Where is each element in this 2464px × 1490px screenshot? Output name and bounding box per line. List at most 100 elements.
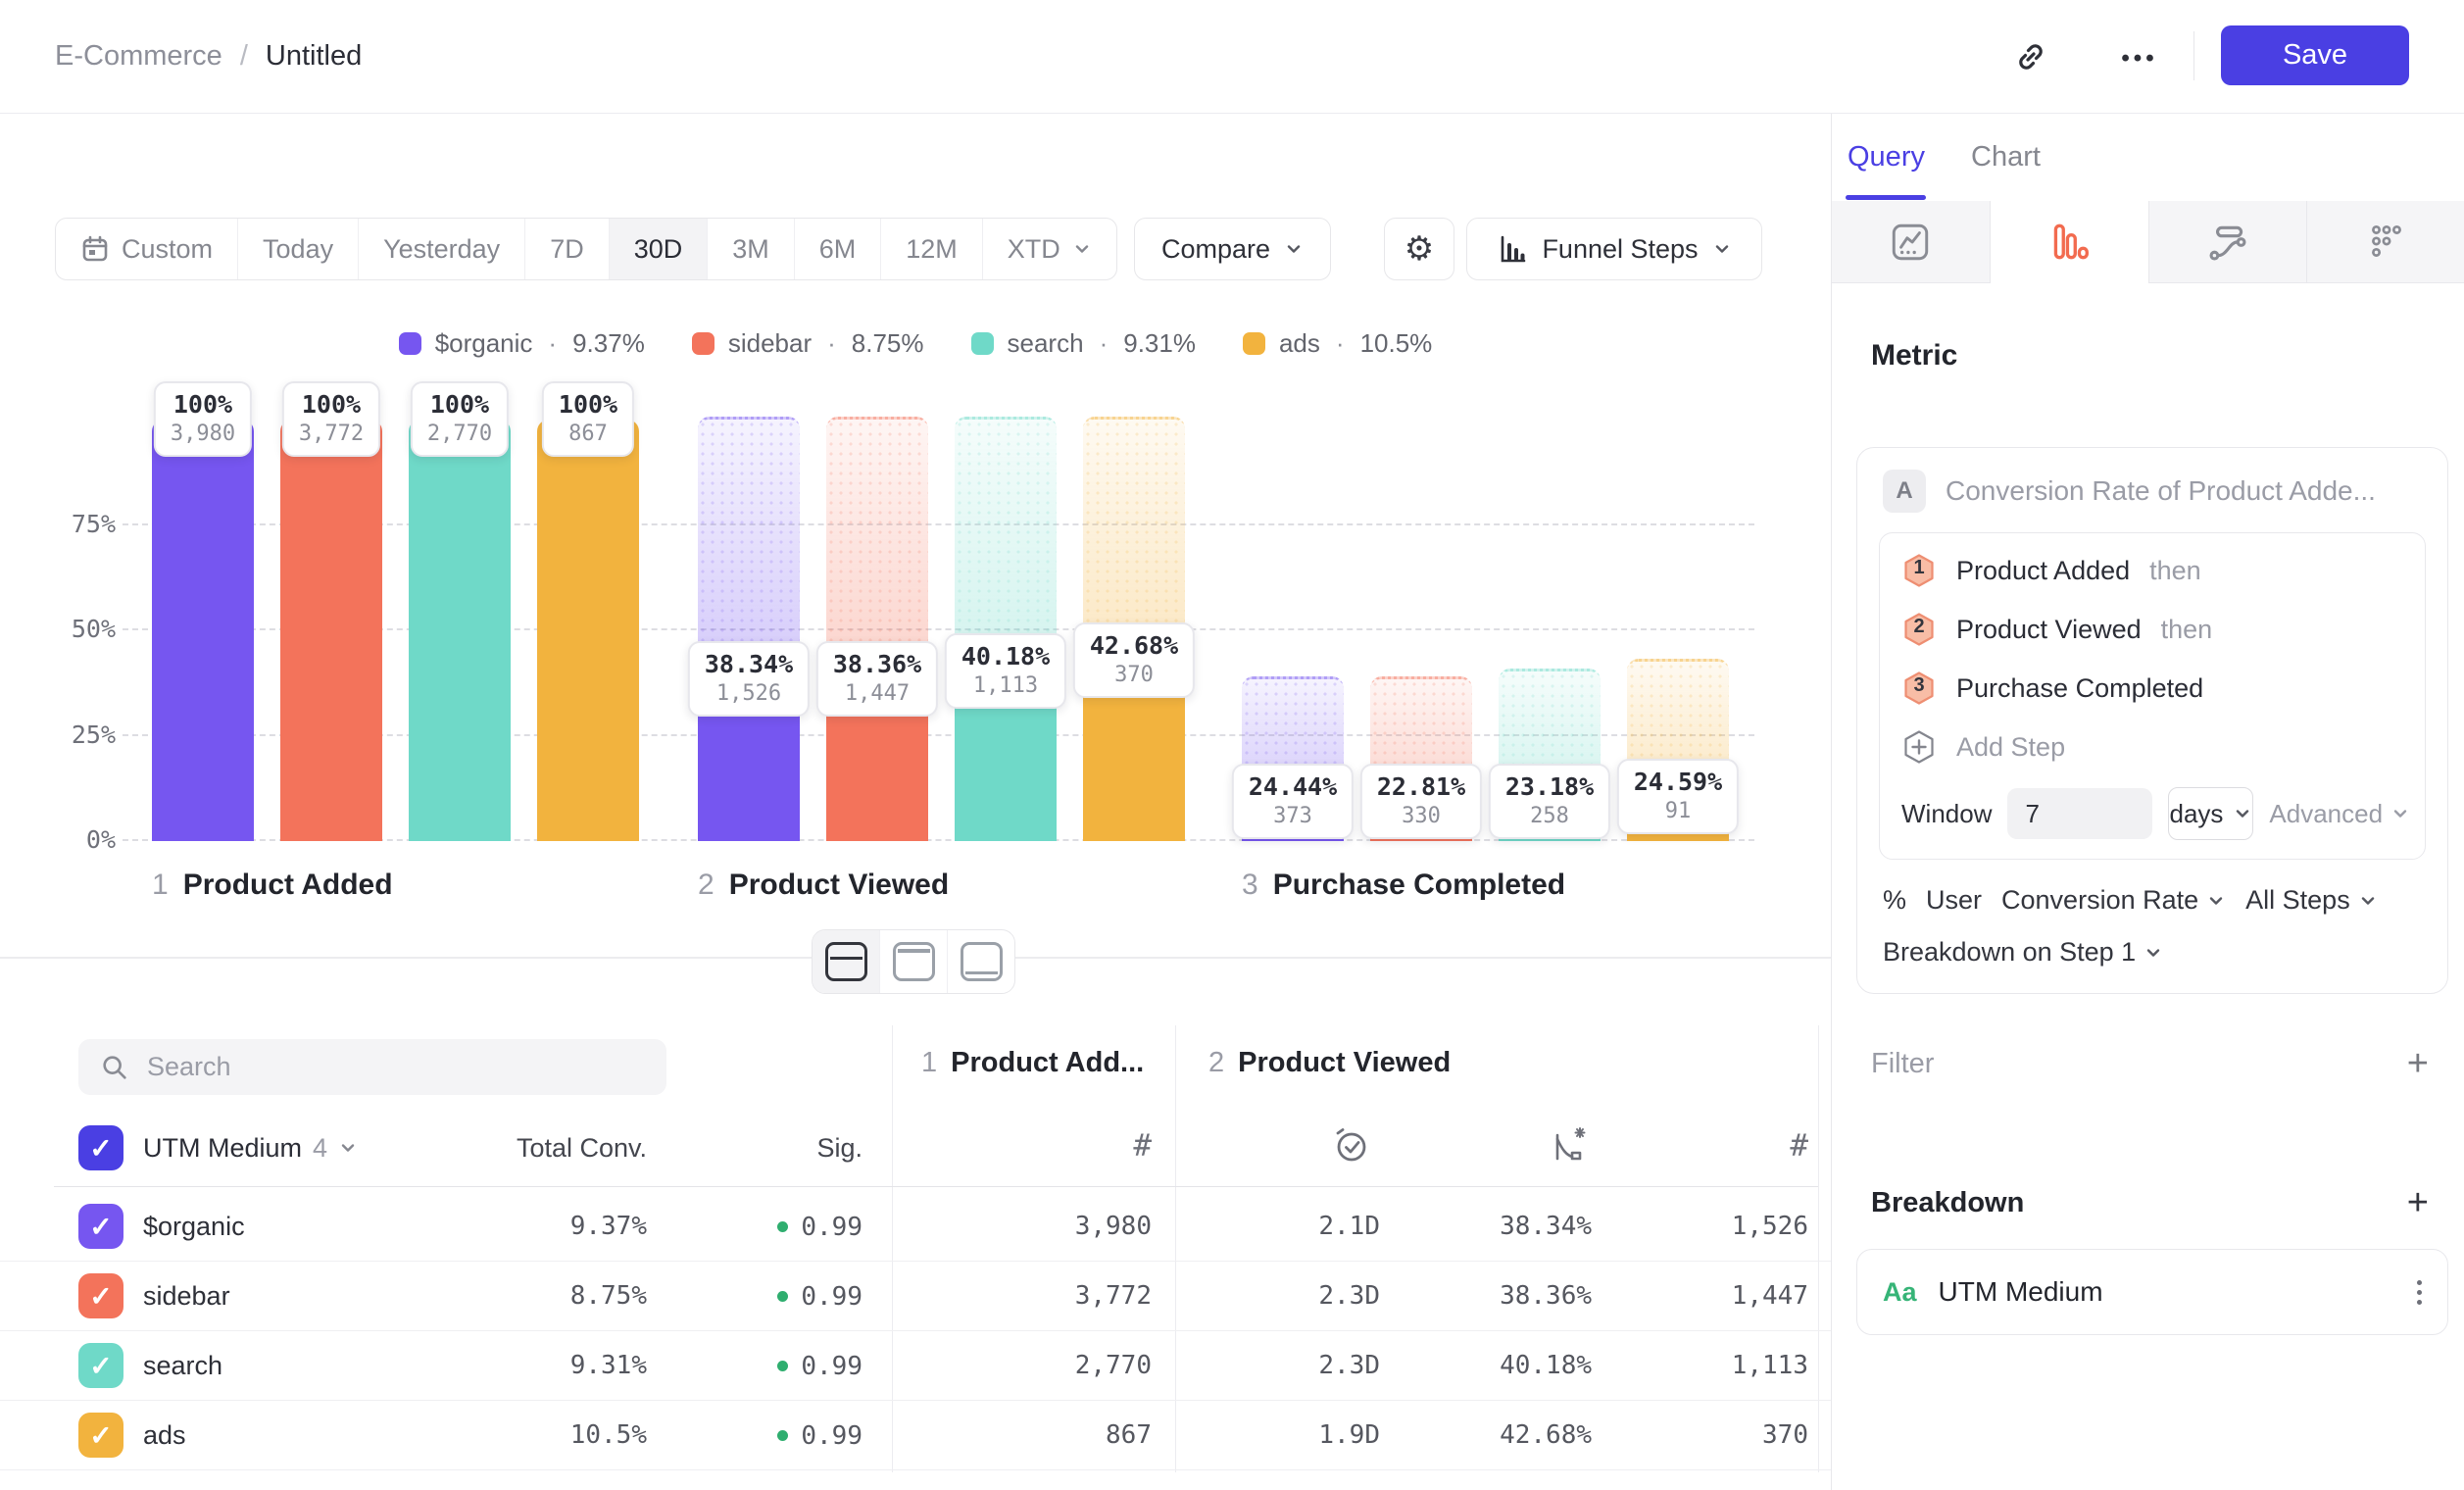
subject-selector[interactable]: User [1926,885,1982,916]
select-all-checkbox[interactable]: ✓ [78,1125,123,1170]
layout-table-only-button[interactable] [947,930,1014,993]
count-column-icon[interactable]: # [1073,1121,1152,1170]
funnel-step-2[interactable]: 2 Product Viewed then [1880,600,2425,659]
layout-split-button[interactable] [813,930,879,993]
x-axis-step-3: 3 Purchase Completed [1242,869,1565,902]
range-today[interactable]: Today [237,219,358,279]
breadcrumb-parent[interactable]: E-Commerce [55,40,222,73]
bar-column-search: 23.18%258 [1499,420,1601,841]
advanced-label: Advanced [2269,799,2383,829]
compare-button[interactable]: Compare [1134,218,1331,280]
legend-item-organic[interactable]: $organic · 9.37% [399,328,645,359]
save-button[interactable]: Save [2221,25,2409,85]
bar-column-ads: 42.68%370 [1083,420,1185,841]
more-options-button[interactable]: ••• [2105,37,2174,80]
step-number: 1 [152,869,169,902]
search-input[interactable] [145,1051,619,1083]
step-2-hexagon-badge: 2 [1901,612,1937,647]
funnel-bar-sidebar[interactable] [280,420,382,841]
bar-column-sidebar: 100%3,772 [280,420,382,841]
total-conv-column-header[interactable]: Total Conv. [431,1125,647,1170]
legend-item-ads[interactable]: ads · 10.5% [1243,328,1432,359]
range-12m[interactable]: 12M [880,219,982,279]
add-breakdown-button[interactable]: + [2407,1184,2429,1221]
table-row-sidebar[interactable]: ✓ sidebar 8.75% 0.99 3,772 2.3D 38.36% 1… [0,1262,1831,1331]
row-significance: 0.99 [715,1262,862,1331]
range-yesterday[interactable]: Yesterday [358,219,524,279]
funnel-step-1[interactable]: 1 Product Added then [1880,541,2425,600]
y-axis-tick: 25% [0,720,116,749]
row-checkbox[interactable]: ✓ [78,1413,123,1458]
scope-selector[interactable]: All Steps [2245,885,2378,916]
bar-value-label: 42.68%370 [1073,622,1195,698]
scope-selector-label: All Steps [2245,885,2350,916]
range-7d[interactable]: 7D [524,219,609,279]
share-link-button[interactable] [2009,35,2052,78]
range-3m[interactable]: 3M [707,219,794,279]
funnel-bar-ads[interactable] [537,420,639,841]
breadcrumb-current[interactable]: Untitled [266,40,362,73]
chart-type-line-tab[interactable] [1832,201,1990,283]
breakdown-on-selector[interactable]: Breakdown on Step 1 [1857,916,2447,968]
range-custom[interactable]: Custom [56,219,237,279]
row-checkbox[interactable]: ✓ [78,1273,123,1318]
significance-dot [777,1221,788,1232]
table-row-organic[interactable]: ✓ $organic 9.37% 0.99 3,980 2.1D 38.34% … [0,1192,1831,1262]
time-to-convert-column-icon[interactable] [1329,1123,1372,1167]
chart-type-selector[interactable]: Funnel Steps [1466,218,1762,280]
funnel-step-3[interactable]: 3 Purchase Completed [1880,659,2425,718]
funnel-bar-search[interactable] [409,420,511,841]
add-filter-button[interactable]: + [2407,1045,2429,1082]
row-checkbox[interactable]: ✓ [78,1204,123,1249]
range-xtd[interactable]: XTD [982,219,1116,279]
sig-column-header[interactable]: Sig. [745,1125,862,1170]
chart-type-funnel-tab-active[interactable] [1990,201,2148,283]
table-row-ads[interactable]: ✓ ads 10.5% 0.99 867 1.9D 42.68% 370 [0,1401,1831,1470]
step-1-hexagon-badge: 1 [1901,553,1937,588]
range-label: 7D [550,234,584,265]
groupby-selector[interactable]: UTM Medium 4 [143,1125,358,1170]
range-30d-active[interactable]: 30D [609,219,708,279]
add-step-label: Add Step [1956,732,2065,763]
row-name: $organic [143,1192,245,1262]
check-icon: ✓ [89,1350,112,1382]
advanced-toggle[interactable]: Advanced [2269,799,2410,829]
metric-card[interactable]: A Conversion Rate of Product Adde... 1 P… [1856,447,2448,994]
legend-item-search[interactable]: search · 9.31% [971,328,1196,359]
compare-label: Compare [1161,234,1270,265]
range-6m[interactable]: 6M [794,219,881,279]
funnel-bar-$organic[interactable] [152,420,254,841]
window-value-input[interactable] [2007,788,2152,839]
format-selector[interactable]: % [1883,885,1906,916]
range-label: Custom [122,234,213,265]
date-range-control: Custom Today Yesterday 7D 30D 3M 6M 12M … [55,218,1117,280]
window-unit-select[interactable]: days [2168,787,2253,840]
table-row-search[interactable]: ✓ search 9.31% 0.99 2,770 2.3D 40.18% 1,… [0,1331,1831,1401]
tab-query[interactable]: Query [1848,141,1925,174]
row-checkbox[interactable]: ✓ [78,1343,123,1388]
legend-separator: · [827,328,836,359]
conversion-rate-column-icon[interactable] [1548,1123,1591,1167]
check-icon: ✓ [89,1211,112,1243]
metric-badge: A [1883,470,1926,513]
metric-selector[interactable]: Conversion Rate [2001,885,2226,916]
sig-value: 0.99 [801,1282,862,1312]
breakdown-heading: Breakdown [1871,1187,2024,1219]
legend-item-sidebar[interactable]: sidebar · 8.75% [692,328,924,359]
row-step2-count: 370 [1612,1401,1808,1470]
breakdown-property-card[interactable]: Aa UTM Medium [1856,1249,2448,1335]
kebab-menu-icon[interactable] [2417,1280,2422,1305]
chart-type-breakdown-tab[interactable] [2306,201,2464,283]
count-column-icon[interactable]: # [1730,1121,1808,1170]
table-search [78,1039,666,1095]
row-name: search [143,1331,222,1401]
tab-chart[interactable]: Chart [1971,141,2041,174]
chart-settings-button[interactable]: ⚙ [1384,218,1454,280]
layout-chart-only-button[interactable] [879,930,947,993]
bar-value-label: 22.81%330 [1360,764,1482,839]
add-step-button[interactable]: Add Step [1880,718,2425,776]
legend-label: sidebar [728,328,812,359]
chart-type-flow-tab[interactable] [2148,201,2307,283]
legend-label: ads [1279,328,1320,359]
step-number: 2 [698,869,715,902]
